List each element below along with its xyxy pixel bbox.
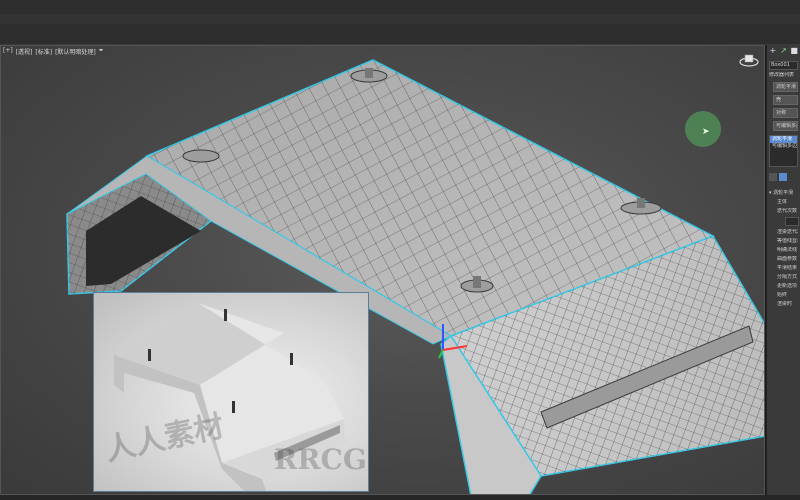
smooth-result-checkbox[interactable]: 平滑结果 (777, 265, 798, 271)
command-panel-tabs: + ↗ ■ (767, 45, 800, 59)
viewport-label-shading[interactable]: [默认明暗处理] (55, 47, 96, 56)
hierarchy-tab-icon[interactable]: ■ (790, 47, 798, 55)
object-name-field[interactable]: Box001 (769, 61, 798, 70)
modifier-button-turbosmooth[interactable]: 涡轮平滑 (773, 82, 798, 92)
isoline-display-checkbox[interactable]: 等值线显示 (777, 238, 798, 244)
modifier-button-symmetry[interactable]: 对称 (773, 108, 798, 118)
update-options-label: 更新选项 (777, 283, 798, 289)
explicit-normals-checkbox[interactable]: 明确法线 (777, 247, 798, 253)
iterations-spinner[interactable] (785, 217, 799, 226)
toolbar-strip (0, 14, 800, 24)
render-iters-label: 渲染迭代次数 (777, 229, 798, 235)
command-panel: + ↗ ■ Box001 修改器列表 涡轮平滑 壳 对称 可编辑多边形 涡轮平滑… (766, 45, 800, 495)
viewport-label-plus[interactable]: [+] (3, 47, 13, 56)
viewport-label-standard[interactable]: [标准] (35, 47, 52, 56)
modifier-button-shell[interactable]: 壳 (773, 95, 798, 105)
status-bar (0, 495, 800, 500)
perspective-viewport[interactable]: [+] [透视] [标准] [默认明暗处理] ⏷ ➤ 人人素材 RRCG (0, 45, 765, 495)
hole-2 (182, 149, 220, 163)
watermark-logo-text: RRCG (274, 443, 367, 476)
rollout-title[interactable]: ▾ 涡轮平滑 (769, 189, 798, 196)
create-tab-icon[interactable]: + (769, 47, 777, 55)
show-end-result-icon[interactable] (779, 173, 787, 181)
viewport-filter-icon[interactable]: ⏷ (99, 47, 104, 56)
mouse-cursor-icon: ➤ (702, 127, 710, 137)
modifier-list-dropdown[interactable]: 修改器列表 (769, 72, 798, 79)
viewcube-icon[interactable] (739, 52, 759, 67)
update-render-radio[interactable]: 渲染时 (777, 301, 798, 307)
modifier-button-editpoly[interactable]: 可编辑多边形 (773, 121, 798, 131)
iterations-label: 迭代次数 (777, 208, 798, 214)
reference-preview-image: 人人素材 RRCG (93, 292, 369, 492)
transform-gizmo-icon[interactable] (437, 320, 471, 364)
update-always-radio[interactable]: 始终 (777, 292, 798, 298)
rollout-subtitle: 主体 (777, 199, 788, 205)
modify-tab-icon[interactable]: ↗ (780, 47, 788, 55)
main-toolbar (0, 0, 800, 45)
stack-item-editpoly[interactable]: 可编辑多边形 (770, 143, 797, 150)
separate-by-label: 分隔方式 (777, 274, 798, 280)
viewport-label-menu[interactable]: [+] [透视] [标准] [默认明暗处理] ⏷ (3, 47, 104, 56)
surface-params-label: 曲面参数 (777, 256, 798, 262)
pin-stack-icon[interactable] (769, 173, 777, 181)
viewport-label-perspective[interactable]: [透视] (16, 47, 33, 56)
stack-item-turbosmooth[interactable]: 涡轮平滑 (770, 136, 797, 143)
stack-tools (769, 173, 798, 181)
modifier-stack[interactable]: 涡轮平滑 可编辑多边形 (769, 135, 798, 167)
